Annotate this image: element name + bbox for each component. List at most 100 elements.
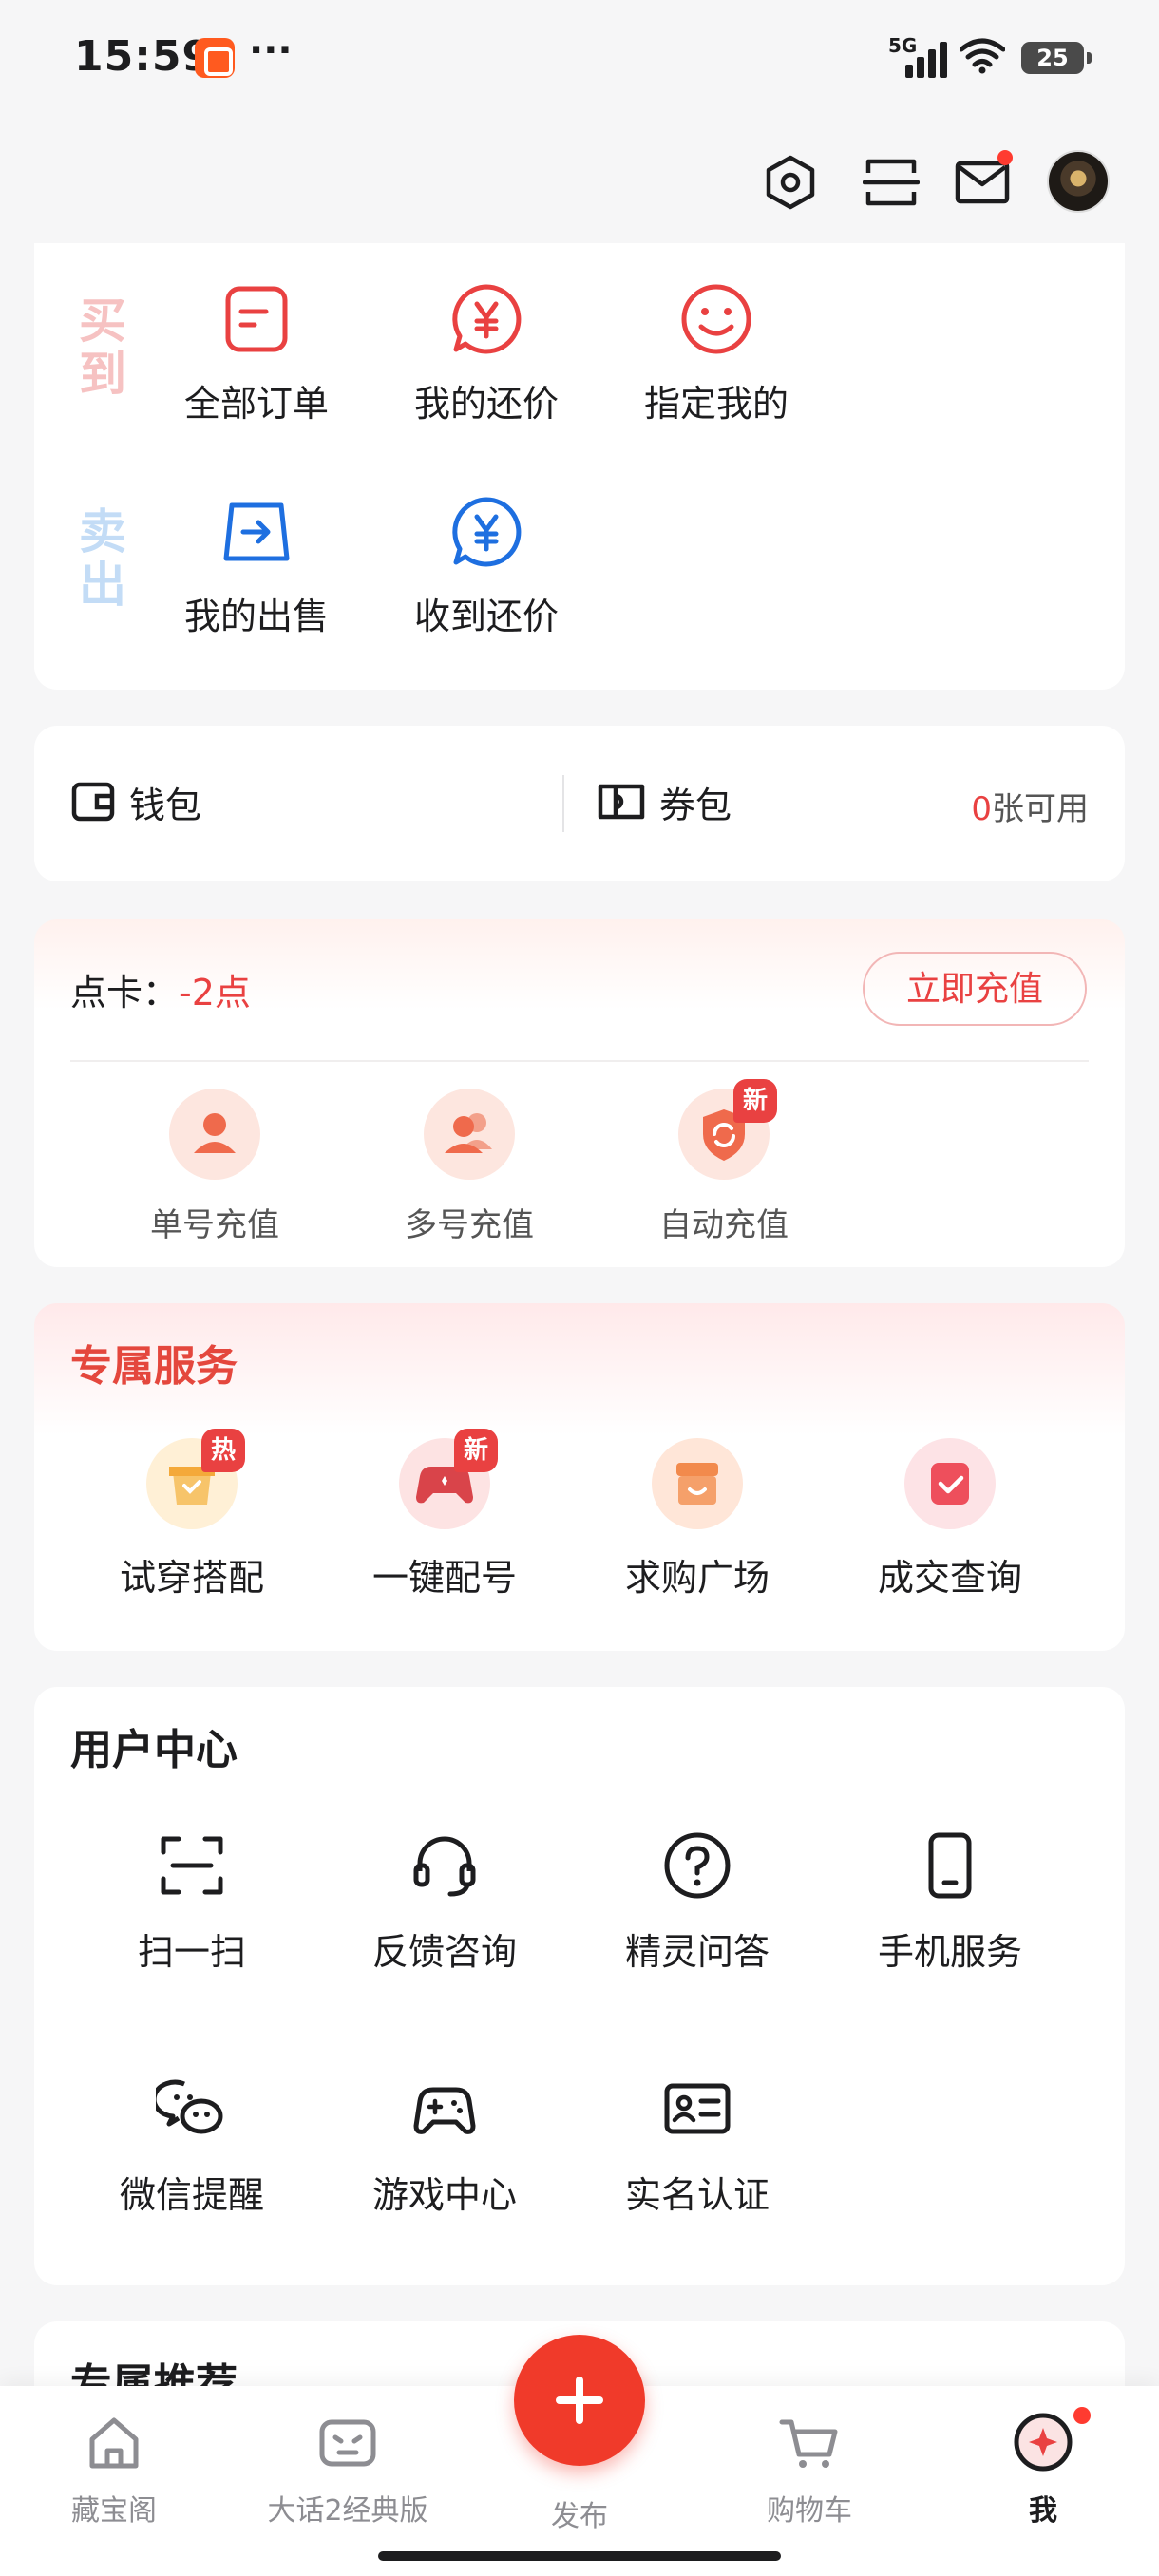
game-controller-icon [413, 2087, 476, 2134]
one-click-match-label: 一键配号 [371, 1557, 517, 1599]
me-notification-dot [1074, 2407, 1091, 2424]
coupon-button[interactable]: 券包 [597, 773, 732, 830]
try-on-label: 试穿搭配 [119, 1557, 264, 1599]
auto-recharge-icon: 新 [678, 1079, 777, 1180]
coupon-count-suffix: 张可用 [992, 790, 1089, 828]
exclusive-service-card: 专属服务 热 试穿搭配 新 一键配号 求购广场 成交查询 [34, 1303, 1125, 1651]
service-section-title: 专属服务 [70, 1342, 238, 1391]
wallet-divider [562, 775, 564, 832]
status-bar: 15:59 ··· 5G 25 [0, 0, 1159, 114]
mail-button[interactable] [954, 150, 1013, 211]
auto-recharge-button[interactable]: 新 自动充值 [629, 1079, 819, 1245]
assigned-to-me-label: 指定我的 [643, 383, 788, 425]
question-icon [664, 1832, 731, 1899]
nav-home[interactable]: 藏宝阁 [19, 2409, 209, 2529]
multi-recharge-button[interactable]: 多号充值 [374, 1089, 564, 1245]
coupon-available-count[interactable]: 0张可用 [971, 783, 1089, 829]
multi-user-icon [424, 1089, 515, 1180]
wallet-button[interactable]: 钱包 [70, 773, 201, 830]
more-notifications-icon: ··· [249, 28, 293, 72]
real-name-auth-button[interactable]: 实名认证 [583, 2073, 811, 2218]
game-center-button[interactable]: 游戏中心 [331, 2073, 559, 2218]
gamepad-icon: 新 [399, 1429, 498, 1529]
mail-unread-dot [998, 150, 1013, 165]
app-notification-icon [195, 38, 235, 78]
sell-arrow-icon [223, 502, 290, 561]
coupon-label: 券包 [659, 784, 732, 826]
nav-game[interactable]: 大话2经典版 [253, 2409, 443, 2529]
single-recharge-label: 单号充值 [150, 1206, 279, 1244]
sell-section-label: 卖出 [79, 504, 126, 613]
wallet-label: 钱包 [129, 784, 202, 826]
wanted-square-button[interactable]: 求购广场 [583, 1438, 811, 1601]
new-badge: 新 [454, 1429, 498, 1472]
real-name-auth-label: 实名认证 [624, 2174, 770, 2216]
game-center-label: 游戏中心 [371, 2174, 517, 2216]
headset-icon [413, 1836, 476, 1897]
phone-service-label: 手机服务 [877, 1931, 1022, 1973]
wechat-reminder-label: 微信提醒 [119, 2174, 264, 2216]
wallet-card: 钱包 券包 0张可用 [34, 726, 1125, 881]
faq-button[interactable]: 精灵问答 [583, 1829, 811, 1975]
smiley-icon [681, 284, 751, 354]
my-sales-label: 我的出售 [183, 596, 329, 637]
auto-recharge-label: 自动充值 [659, 1206, 788, 1244]
one-click-match-button[interactable]: 新 一键配号 [331, 1429, 559, 1601]
hot-badge: 热 [201, 1429, 245, 1472]
scan-label: 扫一扫 [137, 1931, 246, 1973]
faq-label: 精灵问答 [624, 1931, 770, 1973]
yen-bubble-blue-icon [452, 497, 522, 567]
feedback-label: 反馈咨询 [371, 1931, 517, 1973]
avatar[interactable] [1047, 150, 1110, 213]
deal-lookup-button[interactable]: 成交查询 [836, 1438, 1064, 1601]
wechat-reminder-button[interactable]: 微信提醒 [78, 2073, 306, 2218]
phone-service-button[interactable]: 手机服务 [836, 1829, 1064, 1975]
user-center-card: 用户中心 扫一扫 反馈咨询 精灵问答 手机服务 微信提醒 游戏中心 实名认证 [34, 1687, 1125, 2285]
check-card-icon [904, 1438, 996, 1529]
nav-cart-label: 购物车 [767, 2494, 852, 2528]
all-orders-button[interactable]: 全部订单 [152, 281, 361, 426]
single-user-icon [169, 1089, 260, 1180]
scan-icon[interactable] [863, 154, 920, 211]
user-center-title: 用户中心 [70, 1726, 238, 1774]
my-bargain-button[interactable]: 我的还价 [382, 281, 591, 426]
try-on-button[interactable]: 热 试穿搭配 [78, 1429, 306, 1601]
points-divider [70, 1060, 1089, 1062]
single-recharge-button[interactable]: 单号充值 [120, 1089, 310, 1245]
received-bargain-label: 收到还价 [413, 596, 559, 637]
points-card: 点卡：-2点 立即充值 单号充值 多号充值 新 自动充值 [34, 919, 1125, 1267]
new-badge: 新 [733, 1079, 777, 1123]
orders-card: 买到 卖出 全部订单 我的还价 指定我的 我的出售 收到还价 [34, 243, 1125, 690]
shop-icon [652, 1438, 743, 1529]
my-sales-button[interactable]: 我的出售 [152, 494, 361, 639]
battery-icon: 25 [1021, 42, 1092, 74]
outfit-box-icon: 热 [146, 1429, 245, 1529]
points-label: 点卡： [70, 972, 180, 1013]
scan-button[interactable]: 扫一扫 [78, 1829, 306, 1975]
assigned-to-me-button[interactable]: 指定我的 [612, 281, 821, 426]
buy-section-label: 买到 [79, 294, 126, 402]
nav-me[interactable]: 我 [948, 2409, 1138, 2529]
received-bargain-button[interactable]: 收到还价 [382, 494, 591, 639]
game-face-icon [319, 2419, 376, 2467]
network-type: 5G [888, 34, 918, 57]
feedback-button[interactable]: 反馈咨询 [331, 1829, 559, 1975]
nav-cart[interactable]: 购物车 [714, 2409, 904, 2529]
me-icon [1014, 2413, 1073, 2472]
my-bargain-label: 我的还价 [413, 383, 559, 425]
publish-label: 发布 [551, 2500, 608, 2533]
publish-button[interactable] [514, 2335, 645, 2466]
coupon-icon [598, 784, 645, 820]
yen-bubble-icon [452, 284, 522, 354]
home-indicator[interactable] [378, 2551, 781, 2561]
cart-icon [779, 2419, 838, 2468]
points-balance: 点卡：-2点 [70, 963, 251, 1015]
settings-icon[interactable] [762, 154, 819, 211]
wallet-icon [71, 782, 115, 822]
all-orders-label: 全部订单 [183, 383, 329, 425]
multi-recharge-label: 多号充值 [405, 1206, 534, 1244]
wifi-icon [960, 38, 1005, 74]
recharge-now-button[interactable]: 立即充值 [863, 952, 1087, 1026]
scan-icon [161, 1836, 223, 1895]
deal-lookup-label: 成交查询 [877, 1557, 1022, 1599]
